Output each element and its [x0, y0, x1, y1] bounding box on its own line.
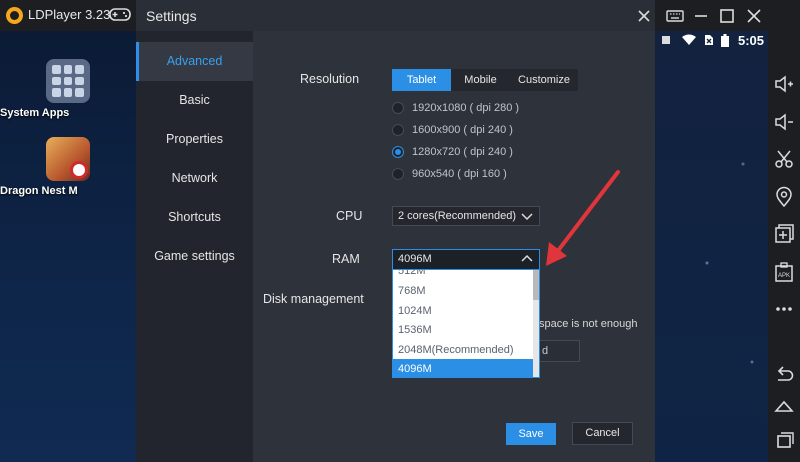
- save-button[interactable]: Save: [506, 423, 556, 445]
- chevron-down-icon: [521, 213, 533, 221]
- ram-option[interactable]: 768M: [393, 281, 534, 301]
- resolution-option[interactable]: 960x540 ( dpi 160 ): [392, 166, 507, 182]
- radio-button[interactable]: [392, 102, 404, 114]
- desktop-app-dragon-nest-m[interactable]: Dragon Nest M: [0, 137, 136, 197]
- resolution-option-label: 1920x1080 ( dpi 280 ): [412, 102, 520, 114]
- android-desktop-right: [655, 31, 770, 462]
- nav-item-basic[interactable]: Basic: [136, 81, 253, 120]
- system-apps-icon: [46, 59, 90, 103]
- gamepad-icon[interactable]: [109, 7, 131, 22]
- nav-item-network[interactable]: Network: [136, 159, 253, 198]
- settings-header: Settings: [136, 0, 655, 31]
- android-desktop: System Apps Dragon Nest M: [0, 31, 136, 462]
- cpu-select-value: 2 cores(Recommended): [398, 210, 516, 222]
- keyboard-icon[interactable]: [664, 5, 686, 27]
- chevron-up-icon: [521, 254, 533, 262]
- disk-space-hint: space is not enough: [539, 318, 638, 330]
- nav-item-advanced[interactable]: Advanced: [136, 42, 253, 81]
- cancel-button[interactable]: Cancel: [572, 422, 633, 445]
- apk-install-icon[interactable]: APK: [773, 261, 795, 283]
- scrollbar-thumb[interactable]: [533, 270, 539, 300]
- minimize-icon[interactable]: [690, 5, 712, 27]
- ram-dropdown-list: 512M 768M 1024M 1536M 2048M(Recommended)…: [392, 270, 540, 378]
- nav-item-game-settings[interactable]: Game settings: [136, 237, 253, 276]
- ram-label: RAM: [332, 252, 360, 266]
- disk-space-button[interactable]: d space: [539, 340, 580, 362]
- scissors-icon[interactable]: [773, 148, 795, 170]
- cpu-select[interactable]: 2 cores(Recommended): [392, 206, 540, 226]
- radio-button[interactable]: [392, 168, 404, 180]
- volume-up-icon[interactable]: [773, 73, 795, 95]
- emulator-toolbar: APK: [768, 31, 800, 462]
- desktop-app-label: System Apps: [0, 107, 70, 119]
- nav-item-properties[interactable]: Properties: [136, 120, 253, 159]
- battery-icon: [721, 34, 729, 47]
- settings-title: Settings: [146, 8, 197, 24]
- add-apk-icon[interactable]: [773, 223, 795, 245]
- resolution-option[interactable]: 1920x1080 ( dpi 280 ): [392, 100, 519, 116]
- location-icon[interactable]: [773, 186, 795, 208]
- ldplayer-logo-icon: [6, 7, 23, 24]
- advanced-panel: Resolution Tablet Mobile Customize 1920x…: [253, 31, 655, 462]
- resolution-option-label: 1280x720 ( dpi 240 ): [412, 146, 513, 158]
- desktop-app-label: Dragon Nest M: [0, 185, 78, 197]
- resolution-option-selected[interactable]: 1280x720 ( dpi 240 ): [392, 144, 513, 160]
- ram-option[interactable]: 512M: [393, 270, 534, 281]
- ram-select-value: 4096M: [398, 253, 432, 265]
- resolution-label: Resolution: [300, 72, 360, 86]
- ram-option[interactable]: 1536M: [393, 320, 534, 340]
- emulator-window: LDPlayer 3.23 System Apps Dragon Nest M …: [0, 0, 800, 462]
- svg-text:APK: APK: [778, 273, 790, 279]
- dragon-nest-m-icon: [46, 137, 90, 181]
- window-close-icon[interactable]: [743, 5, 765, 27]
- nav-item-shortcuts[interactable]: Shortcuts: [136, 198, 253, 237]
- settings-close-icon[interactable]: [633, 5, 655, 27]
- recent-apps-icon[interactable]: [773, 429, 795, 451]
- radio-button-checked[interactable]: [392, 146, 404, 158]
- home-icon[interactable]: [773, 397, 795, 419]
- ram-select[interactable]: 4096M: [392, 249, 540, 270]
- tab-customize[interactable]: Customize: [510, 69, 578, 91]
- notification-icon: [662, 36, 670, 44]
- more-options-icon[interactable]: [773, 298, 795, 320]
- app-title: LDPlayer 3.23: [28, 7, 111, 22]
- cpu-label: CPU: [336, 209, 363, 223]
- desktop-app-system-apps[interactable]: System Apps: [0, 59, 136, 119]
- volume-down-icon[interactable]: [773, 111, 795, 133]
- tab-mobile[interactable]: Mobile: [451, 69, 510, 91]
- tab-tablet[interactable]: Tablet: [392, 69, 451, 91]
- maximize-icon[interactable]: [716, 5, 738, 27]
- resolution-option[interactable]: 1600x900 ( dpi 240 ): [392, 122, 513, 138]
- ram-option[interactable]: 2048M(Recommended): [393, 340, 534, 360]
- no-sim-icon: [705, 35, 713, 45]
- wifi-icon: [682, 34, 696, 45]
- radio-button[interactable]: [392, 124, 404, 136]
- ram-option-selected[interactable]: 4096M: [393, 359, 534, 377]
- disk-management-label: Disk management: [263, 292, 364, 306]
- back-icon[interactable]: [773, 364, 795, 386]
- status-clock: 5:05: [738, 33, 765, 48]
- device-type-tabs: Tablet Mobile Customize: [392, 69, 578, 91]
- settings-dialog: Settings Advanced Basic Properties Netwo…: [136, 0, 655, 462]
- resolution-option-label: 1600x900 ( dpi 240 ): [412, 124, 513, 136]
- resolution-option-label: 960x540 ( dpi 160 ): [412, 168, 507, 180]
- ram-option[interactable]: 1024M: [393, 301, 534, 321]
- dropdown-scrollbar[interactable]: [533, 270, 539, 377]
- settings-nav: Advanced Basic Properties Network Shortc…: [136, 31, 253, 462]
